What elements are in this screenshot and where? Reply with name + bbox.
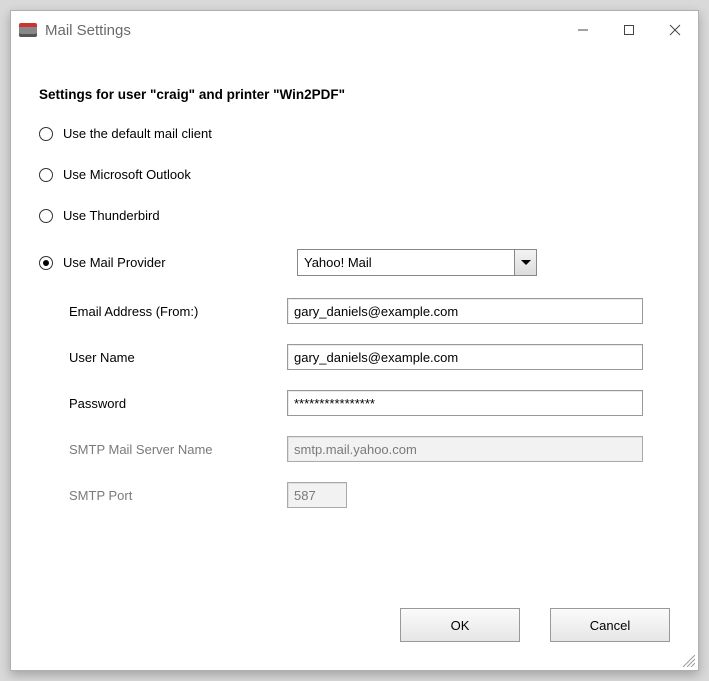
smtp-port-label: SMTP Port xyxy=(69,488,287,503)
radio-label: Use Thunderbird xyxy=(63,208,160,223)
smtp-server-label: SMTP Mail Server Name xyxy=(69,442,287,457)
resize-grip[interactable] xyxy=(679,651,695,667)
password-label: Password xyxy=(69,396,287,411)
radio-mail-provider[interactable]: Use Mail Provider xyxy=(39,255,297,270)
provider-select-value: Yahoo! Mail xyxy=(298,255,514,270)
maximize-button[interactable] xyxy=(606,11,652,49)
dialog-buttons: OK Cancel xyxy=(400,608,670,642)
email-label: Email Address (From:) xyxy=(69,304,287,319)
printer-icon xyxy=(19,23,37,37)
password-field[interactable] xyxy=(287,390,643,416)
radio-default-client[interactable]: Use the default mail client xyxy=(39,126,670,141)
username-label: User Name xyxy=(69,350,287,365)
radio-icon xyxy=(39,256,53,270)
chevron-down-icon xyxy=(514,250,536,275)
email-field[interactable] xyxy=(287,298,643,324)
radio-outlook[interactable]: Use Microsoft Outlook xyxy=(39,167,670,182)
window-title: Mail Settings xyxy=(45,22,560,39)
smtp-server-field xyxy=(287,436,643,462)
radio-icon xyxy=(39,168,53,182)
minimize-button[interactable] xyxy=(560,11,606,49)
radio-label: Use Mail Provider xyxy=(63,255,166,270)
radio-icon xyxy=(39,209,53,223)
dialog-body: Settings for user "craig" and printer "W… xyxy=(11,49,698,528)
radio-label: Use the default mail client xyxy=(63,126,212,141)
close-button[interactable] xyxy=(652,11,698,49)
mail-settings-dialog: Mail Settings Settings for user "craig" … xyxy=(10,10,699,671)
smtp-port-field xyxy=(287,482,347,508)
titlebar-buttons xyxy=(560,11,698,49)
settings-heading: Settings for user "craig" and printer "W… xyxy=(39,87,670,102)
cancel-button[interactable]: Cancel xyxy=(550,608,670,642)
ok-button[interactable]: OK xyxy=(400,608,520,642)
titlebar: Mail Settings xyxy=(11,11,698,49)
radio-thunderbird[interactable]: Use Thunderbird xyxy=(39,208,670,223)
radio-label: Use Microsoft Outlook xyxy=(63,167,191,182)
username-field[interactable] xyxy=(287,344,643,370)
provider-select[interactable]: Yahoo! Mail xyxy=(297,249,537,276)
radio-icon xyxy=(39,127,53,141)
